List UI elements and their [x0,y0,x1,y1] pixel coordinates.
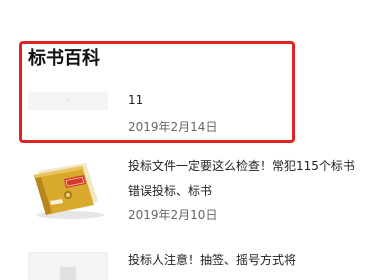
article-info: 11 2019年2月14日 [128,88,364,137]
article-item[interactable]: 投标文件一定要这么检查！常犯115个标书错误投标、标书 2019年2月10日 [28,154,368,230]
section-title: 标书百科 [28,48,100,69]
article-date: 2019年2月14日 [128,120,218,134]
article-info: 投标文件一定要这么检查！常犯115个标书错误投标、标书 2019年2月10日 [128,154,364,225]
document-icon [60,267,76,280]
article-title-link[interactable]: 11 [128,88,364,113]
article-list-page: 标书百科 11 2019年2月14日 投标文件一定要这么检查！常犯115个标书错… [0,0,379,280]
article-title-link[interactable]: 投标人注意！抽签、摇号方式将 [128,248,364,273]
article-item[interactable]: 11 2019年2月14日 [28,88,368,138]
article-info: 投标人注意！抽签、摇号方式将 [128,248,364,273]
article-thumbnail[interactable] [28,157,108,221]
article-thumbnail[interactable] [28,92,108,110]
binder-folder-icon [34,163,104,219]
article-date: 2019年2月10日 [128,208,218,222]
article-title-link[interactable]: 投标文件一定要这么检查！常犯115个标书错误投标、标书 [128,154,364,204]
article-item[interactable]: 投标人注意！抽签、摇号方式将 [28,248,368,280]
image-placeholder-icon [66,99,69,102]
article-thumbnail[interactable] [28,252,108,280]
